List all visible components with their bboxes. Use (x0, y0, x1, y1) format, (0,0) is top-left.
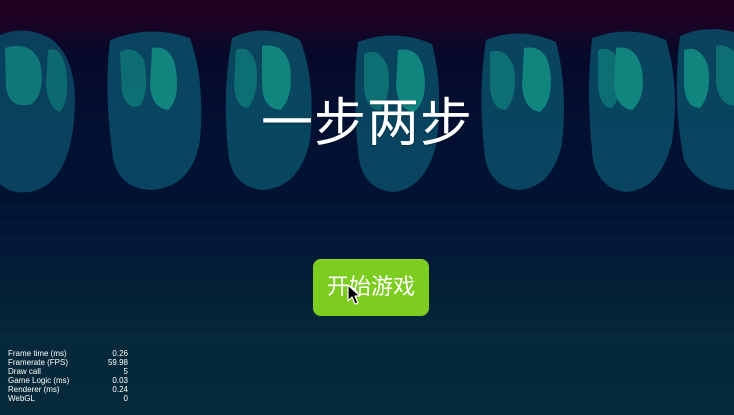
stat-label: Game Logic (ms) (8, 376, 70, 385)
stat-value: 59.98 (107, 358, 128, 367)
stat-value: 0 (123, 394, 128, 403)
game-title: 一步两步 (260, 94, 473, 154)
stat-label: Draw call (8, 367, 41, 376)
stat-value: 0.24 (112, 385, 128, 394)
stat-row-draw-call: Draw call 5 (8, 367, 128, 376)
stat-row-game-logic: Game Logic (ms) 0.03 (8, 376, 128, 385)
stat-label: Renderer (ms) (8, 385, 60, 394)
mouse-cursor-icon (347, 284, 361, 305)
start-game-button[interactable]: 开始游戏 (313, 259, 429, 316)
stat-label: Frame time (ms) (8, 349, 67, 358)
debug-stats-panel: Frame time (ms) 0.26 Framerate (FPS) 59.… (8, 349, 128, 403)
stat-row-webgl: WebGL 0 (8, 394, 128, 403)
stat-value: 0.03 (112, 376, 128, 385)
stat-value: 0.26 (112, 349, 128, 358)
stat-label: Framerate (FPS) (8, 358, 69, 367)
stat-row-renderer: Renderer (ms) 0.24 (8, 385, 128, 394)
stat-row-framerate: Framerate (FPS) 59.98 (8, 358, 128, 367)
game-canvas[interactable]: 一步两步 开始游戏 Frame time (ms) 0.26 Framerate… (0, 0, 734, 415)
stat-label: WebGL (8, 394, 35, 403)
stat-value: 5 (123, 367, 128, 376)
stat-row-frame-time: Frame time (ms) 0.26 (8, 349, 128, 358)
